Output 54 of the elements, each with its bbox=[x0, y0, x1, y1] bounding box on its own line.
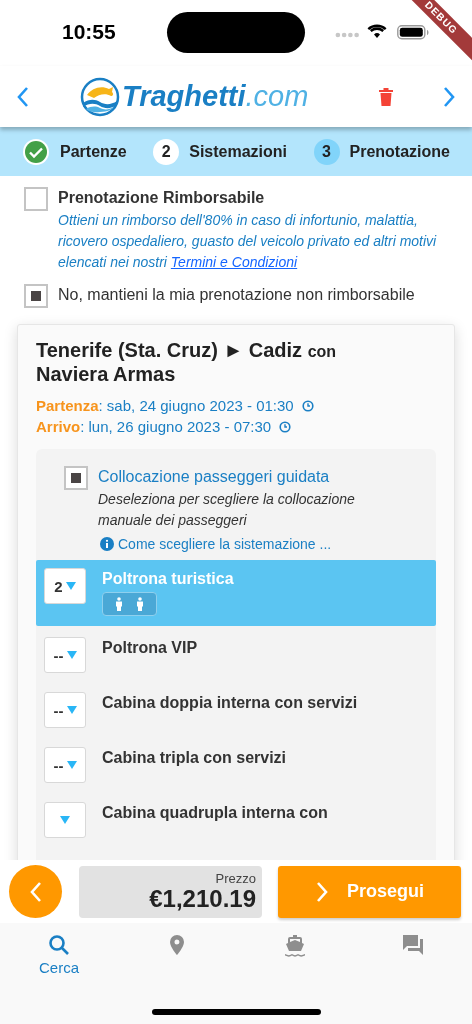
trash-icon[interactable] bbox=[378, 86, 394, 107]
accommodation-row[interactable]: -- Cabina doppia interna con servizi bbox=[36, 684, 436, 736]
quantity-dropdown[interactable]: -- bbox=[44, 692, 86, 728]
option-label: No, mantieni la mia prenotazione non rimborsabile bbox=[58, 285, 415, 305]
quantity-dropdown[interactable]: -- bbox=[44, 637, 86, 673]
search-icon bbox=[47, 933, 71, 957]
dropdown-arrow-icon bbox=[60, 816, 70, 824]
chat-icon bbox=[401, 933, 425, 957]
step-number: 3 bbox=[313, 138, 340, 165]
terms-link[interactable]: Termini e Condizioni bbox=[170, 254, 298, 270]
quantity-dropdown[interactable] bbox=[44, 802, 86, 838]
route-title: Tenerife (Sta. Cruz) ► Cadiz con Naviera Armas bbox=[36, 339, 338, 385]
option-label: Prenotazione Rimborsabile bbox=[58, 188, 266, 208]
ship-icon bbox=[283, 933, 307, 957]
accommodation-row[interactable]: 2 Poltrona turistica bbox=[36, 560, 436, 626]
guided-option-label: Collocazione passeggeri guidata bbox=[98, 467, 331, 487]
tab-item[interactable]: Cerca bbox=[0, 933, 118, 976]
checkbox[interactable] bbox=[24, 187, 48, 211]
accommodation-name: Poltrona turistica bbox=[102, 570, 234, 588]
quantity-dropdown[interactable]: -- bbox=[44, 747, 86, 783]
schedule-time: Partenza: sab, 24 giugno 2023 - 01:30 bbox=[36, 396, 294, 416]
accommodation-name: Cabina tripla con servizi bbox=[102, 749, 287, 767]
signal-icon bbox=[335, 32, 360, 38]
accommodation-name: Cabina doppia interna con servizi bbox=[102, 694, 358, 712]
wifi-icon bbox=[367, 24, 387, 39]
schedule-time: Arrivo: lun, 26 giugno 2023 - 07:30 bbox=[36, 417, 272, 437]
price-label: Prezzo bbox=[215, 871, 256, 886]
step-label[interactable]: Sistemazioni bbox=[189, 142, 287, 161]
option-description: Deseleziona per scegliere la collocazione manuale dei passeggeri bbox=[98, 490, 356, 530]
accommodation-row[interactable]: -- Poltrona VIP bbox=[36, 629, 436, 681]
dolphin-logo-icon bbox=[80, 76, 120, 117]
price-value: €1,210.19 bbox=[149, 886, 256, 912]
dropdown-arrow-icon bbox=[66, 761, 77, 769]
back-button[interactable] bbox=[9, 865, 62, 918]
clock-icon bbox=[279, 420, 292, 433]
dropdown-arrow-icon bbox=[65, 582, 76, 590]
clock-icon bbox=[301, 399, 314, 412]
checkbox[interactable] bbox=[24, 284, 48, 308]
dropdown-arrow-icon bbox=[66, 706, 77, 714]
accommodation-row[interactable]: -- Cabina tripla con servizi bbox=[36, 739, 436, 791]
step-number: 2 bbox=[153, 138, 180, 165]
quantity-dropdown[interactable]: 2 bbox=[44, 568, 86, 604]
accommodation-name: Cabina quadrupla interna con bbox=[102, 804, 328, 822]
info-icon bbox=[100, 537, 114, 551]
option-description: Ottieni un rimborso dell'80% in caso di infortunio, malattia, ricovero ospedaliero, guasto del veicolo privato ed altri motivi elencati nei nostri Termini e Condizioni bbox=[58, 211, 438, 272]
status-time: 10:55 bbox=[62, 20, 116, 44]
logo-text: Traghetti.com bbox=[122, 80, 309, 113]
accommodation-name: Poltrona VIP bbox=[102, 639, 198, 657]
step-label[interactable]: Partenze bbox=[60, 142, 127, 161]
checkbox[interactable] bbox=[64, 466, 88, 490]
help-link[interactable]: Come scegliere la sistemazione ... bbox=[118, 536, 332, 552]
accommodation-row[interactable]: Cabina quadrupla interna con bbox=[36, 794, 436, 846]
step-label[interactable]: Prenotazione bbox=[349, 142, 450, 161]
dropdown-arrow-icon bbox=[66, 651, 77, 659]
